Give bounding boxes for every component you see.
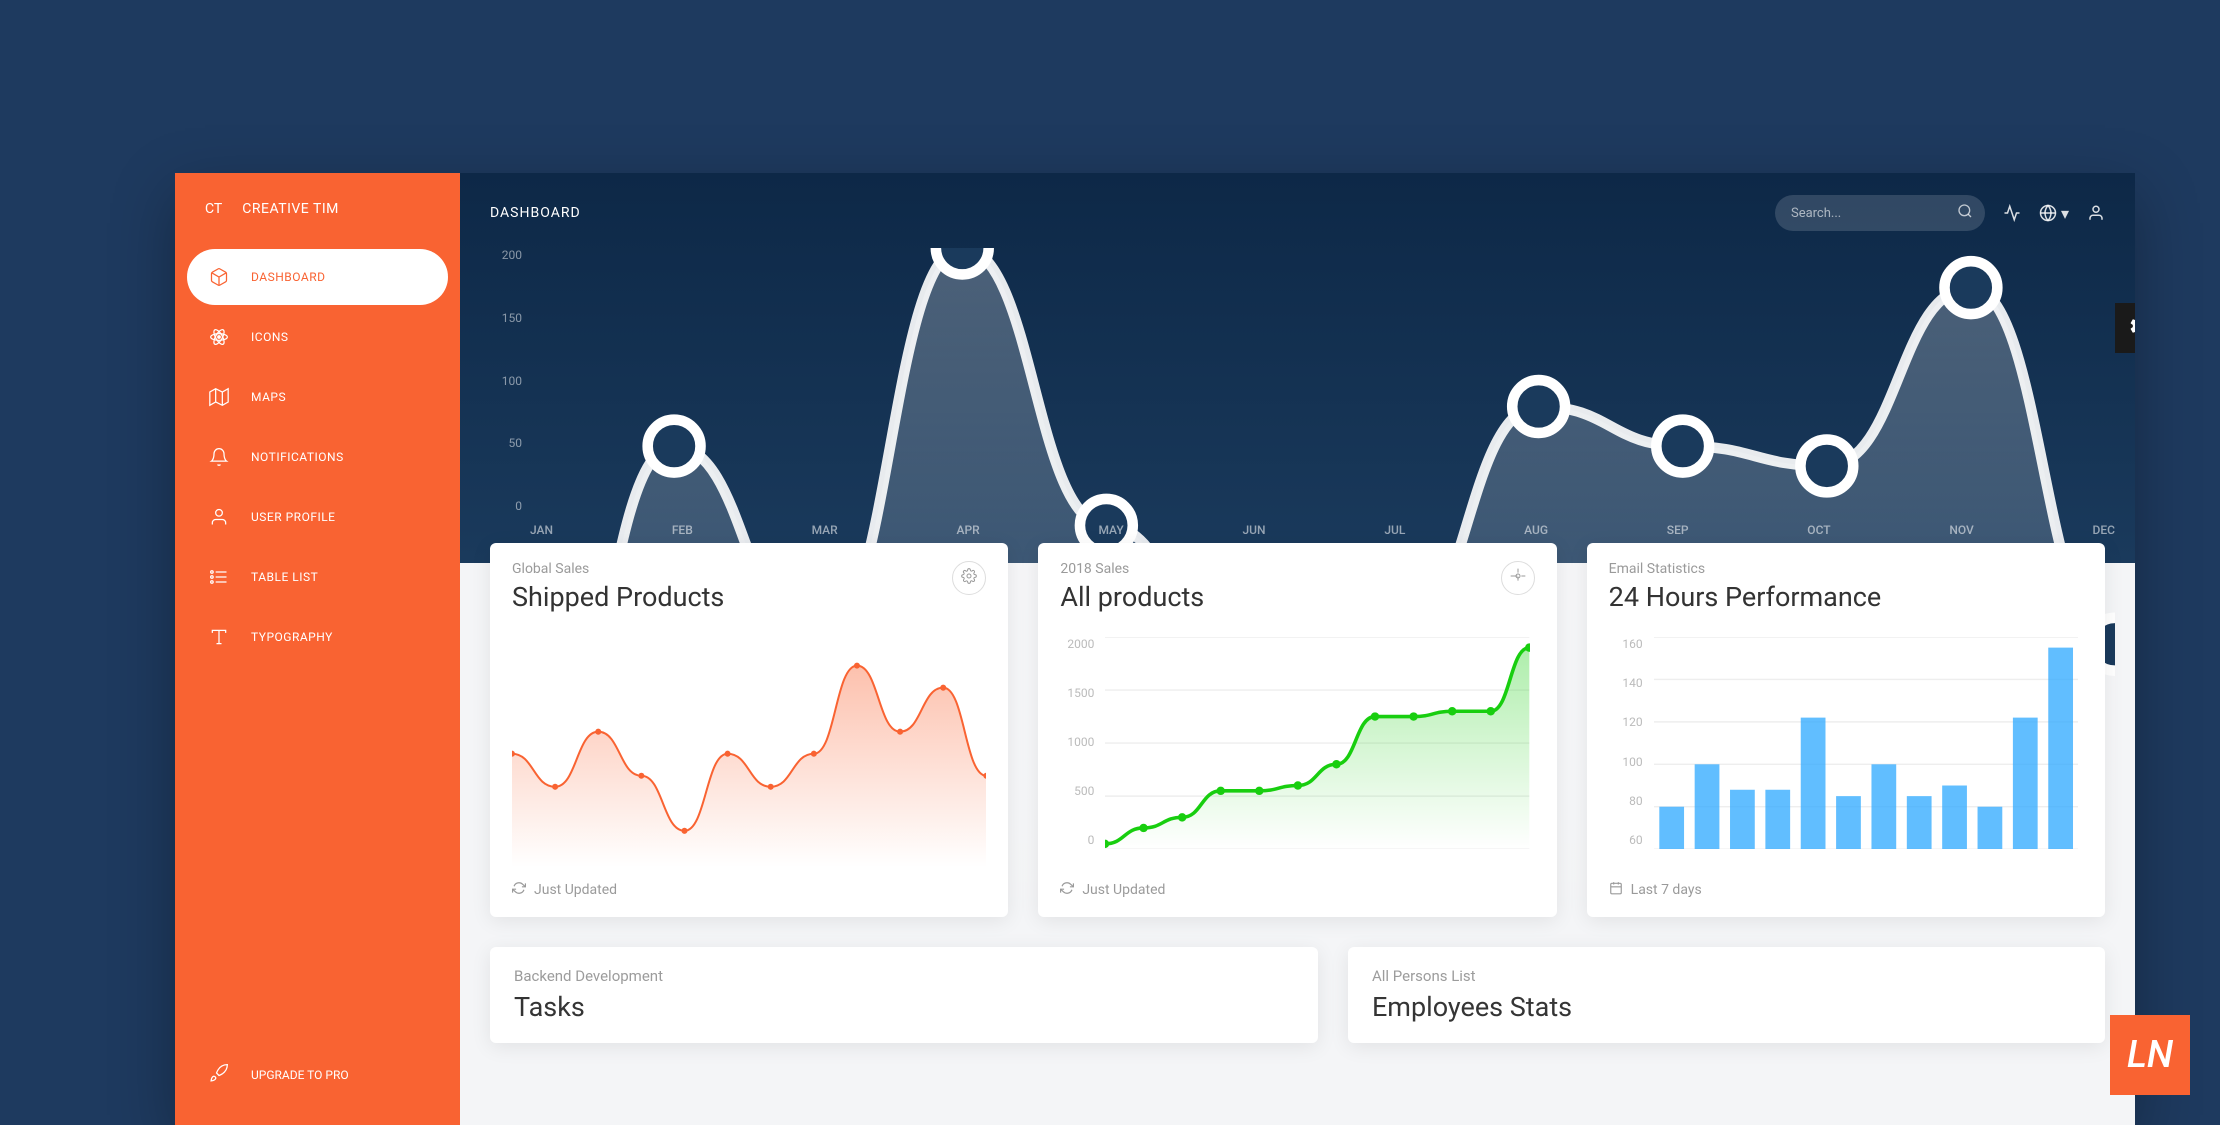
card-shipped-products: Global Sales Shipped Products Just Updat… [490,543,1008,917]
refresh-icon [1060,881,1074,899]
page-title: DASHBOARD [490,205,581,221]
bell-icon [209,447,229,467]
card-title: Shipped Products [512,581,724,613]
source-logo: LN [2110,1015,2190,1095]
calendar-icon [1609,881,1623,899]
card-subtitle: 2018 Sales [1060,561,1204,577]
card-subtitle: Global Sales [512,561,724,577]
brand-abbr: CT [205,201,222,217]
rocket-icon [209,1063,229,1087]
sidebar-item-label: DASHBOARD [251,270,325,284]
search-box[interactable] [1775,195,1985,231]
sidebar-item-label: USER PROFILE [251,510,336,524]
sidebar-item-label: NOTIFICATIONS [251,450,344,464]
card-settings-button[interactable] [1501,561,1535,595]
gear-icon [1510,568,1526,588]
card-24h-performance: Email Statistics 24 Hours Performance 16… [1587,543,2105,917]
settings-float-button[interactable] [2115,303,2135,353]
card-title: All products [1060,581,1204,613]
sidebar-item-label: TABLE LIST [251,570,318,584]
card-title: 24 Hours Performance [1609,581,1882,613]
brand[interactable]: CT CREATIVE TIM [187,193,448,241]
user-menu-icon[interactable] [2087,204,2105,222]
card-all-products: 2018 Sales All products 2000150010005000… [1038,543,1556,917]
sidebar-item-label: TYPOGRAPHY [251,630,333,644]
sidebar-item-icons[interactable]: ICONS [187,309,448,365]
gear-icon [961,568,977,588]
sidebar-item-label: MAPS [251,390,286,404]
all-products-chart [1105,637,1529,849]
sidebar: CT CREATIVE TIM DASHBOARD ICONS MAPS NOT… [175,173,460,1125]
globe-icon[interactable]: ▾ [2039,204,2069,223]
refresh-icon [512,881,526,899]
card-settings-button[interactable] [952,561,986,595]
sidebar-item-maps[interactable]: MAPS [187,369,448,425]
search-icon [1957,203,1973,223]
sidebar-item-label: ICONS [251,330,289,344]
sidebar-item-table-list[interactable]: TABLE LIST [187,549,448,605]
activity-icon[interactable] [2003,204,2021,222]
hero-chart-area: DASHBOARD ▾ 200150100500 JANFEBMARAPRMAY… [460,173,2135,563]
sidebar-item-typography[interactable]: TYPOGRAPHY [187,609,448,665]
search-input[interactable] [1791,206,1957,221]
card-footer-text: Last 7 days [1631,882,1702,898]
sidebar-nav: DASHBOARD ICONS MAPS NOTIFICATIONS USER … [187,249,448,665]
upgrade-label: UPGRADE TO PRO [251,1068,349,1082]
atom-icon [209,327,229,347]
sidebar-item-notifications[interactable]: NOTIFICATIONS [187,429,448,485]
card-footer-text: Just Updated [1082,882,1165,898]
brand-name: CREATIVE TIM [242,201,339,217]
cube-icon [209,267,229,287]
user-icon [209,507,229,527]
card-subtitle: Email Statistics [1609,561,1882,577]
gear-icon [2128,314,2135,342]
sidebar-item-dashboard[interactable]: DASHBOARD [187,249,448,305]
main-content: DASHBOARD ▾ 200150100500 JANFEBMARAPRMAY… [460,173,2135,1125]
type-icon [209,627,229,647]
stat-cards-row: Global Sales Shipped Products Just Updat… [460,543,2135,917]
topbar: DASHBOARD ▾ [490,193,2105,233]
sidebar-upgrade[interactable]: UPGRADE TO PRO [187,1045,448,1105]
performance-bar-chart [1654,637,2078,849]
card-footer-text: Just Updated [534,882,617,898]
sidebar-item-user-profile[interactable]: USER PROFILE [187,489,448,545]
map-icon [209,387,229,407]
shipped-products-chart [512,637,986,867]
hero-chart: 200150100500 JANFEBMARAPRMAYJUNJULAUGSEP… [490,248,2135,553]
list-icon [209,567,229,587]
